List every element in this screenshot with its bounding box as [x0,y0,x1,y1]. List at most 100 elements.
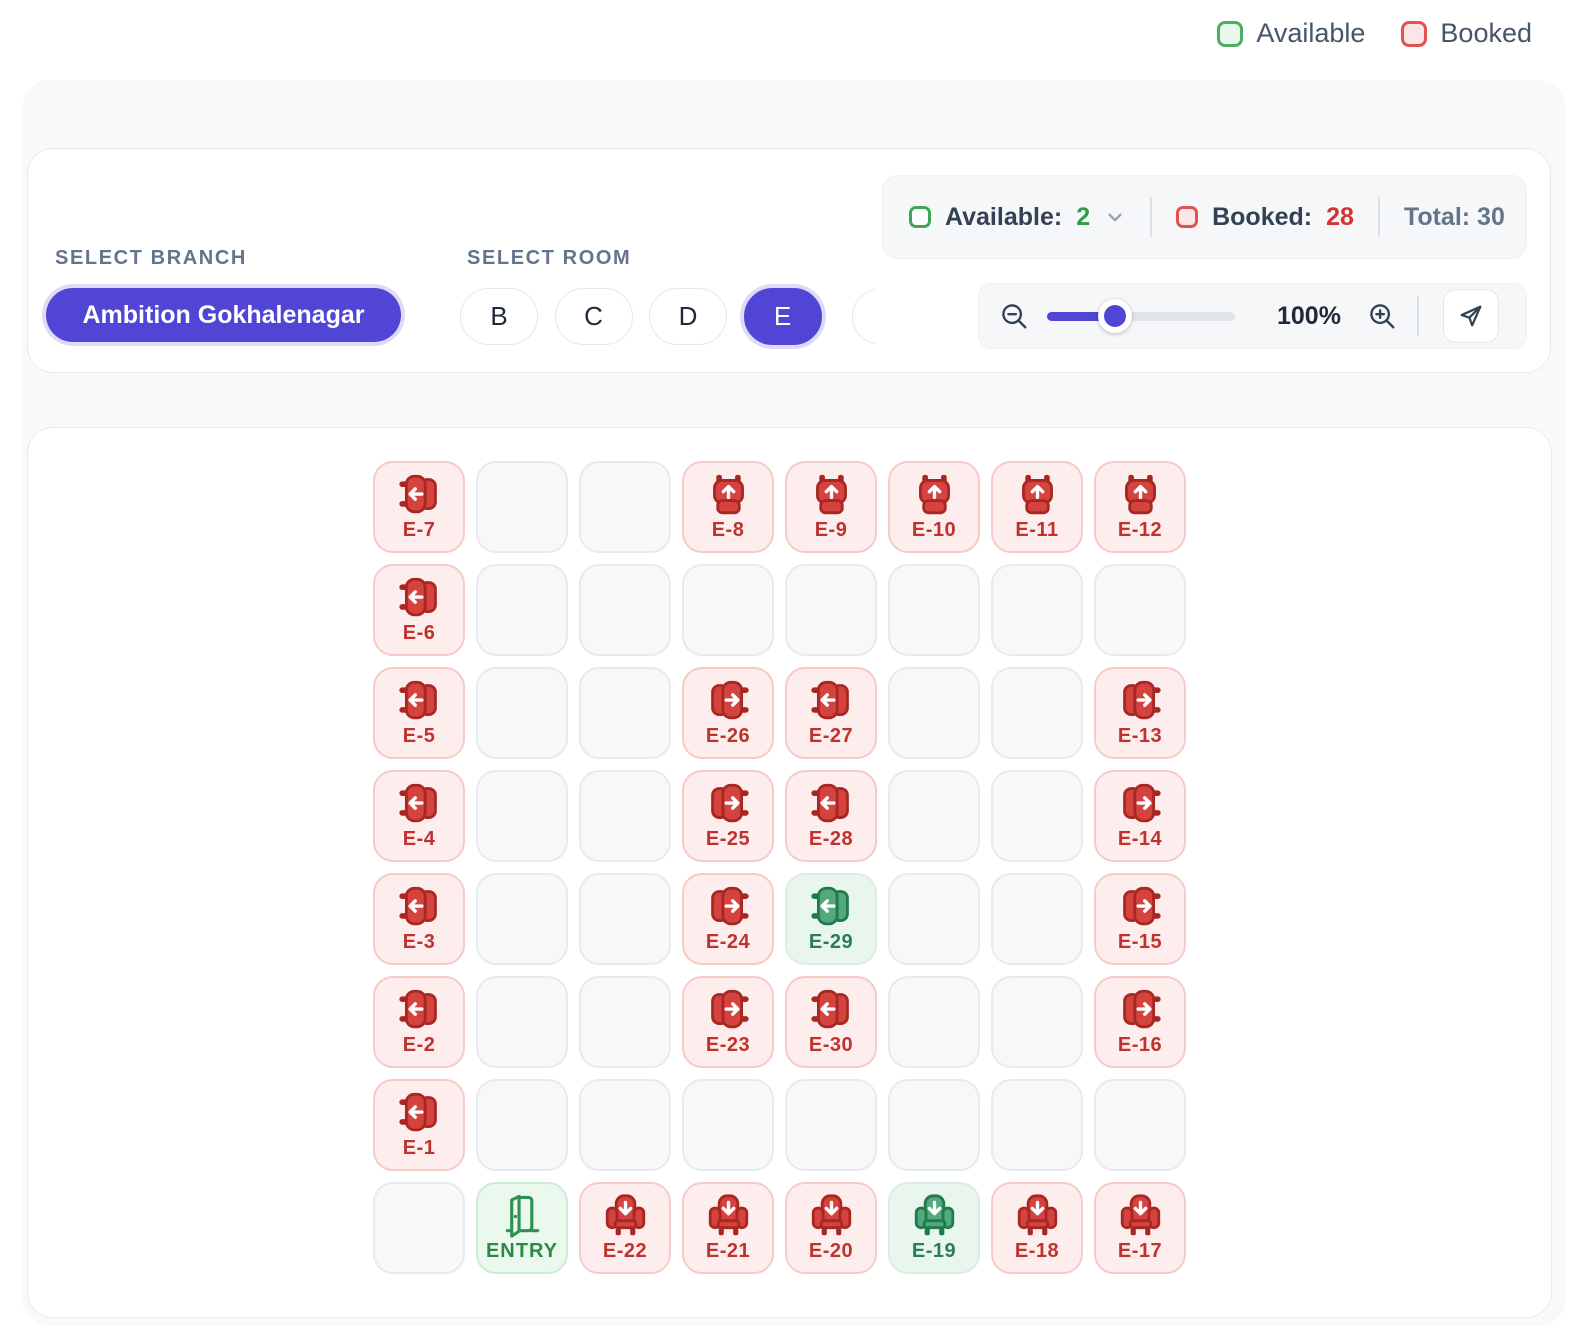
seat-tile-E-2[interactable]: E-2 [373,976,465,1068]
empty-tile [476,667,568,759]
empty-tile [888,667,980,759]
seat-tile-E-28[interactable]: E-28 [785,770,877,862]
empty-tile [682,564,774,656]
seat-tile-E-23[interactable]: E-23 [682,976,774,1068]
available-dropdown-chevron-icon[interactable] [1104,206,1126,228]
empty-tile [579,461,671,553]
seat-tile-E-10[interactable]: E-10 [888,461,980,553]
seat-label: E-24 [705,931,751,953]
seat-tile-E-30[interactable]: E-30 [785,976,877,1068]
room-pill-E[interactable]: E [743,288,822,345]
seat-tile-E-1[interactable]: E-1 [373,1079,465,1171]
booked-stat-value: 28 [1326,202,1354,231]
seat-tile-E-7[interactable]: E-7 [373,461,465,553]
room-pill-partial[interactable] [852,288,875,345]
chair-left-icon [397,1089,442,1135]
zoom-level-value: 100% [1277,301,1341,330]
empty-tile [579,873,671,965]
empty-tile [888,564,980,656]
chair-left-icon [397,677,442,723]
seat-tile-E-29[interactable]: E-29 [785,873,877,965]
seat-tile-E-27[interactable]: E-27 [785,667,877,759]
total-stat-value: 30 [1477,202,1505,231]
seat-tile-E-13[interactable]: E-13 [1094,667,1186,759]
seat-tile-E-25[interactable]: E-25 [682,770,774,862]
room-pill-D[interactable]: D [649,288,727,345]
chair-left-icon [809,883,854,929]
legend-booked: Booked [1401,18,1532,49]
seat-tile-E-14[interactable]: E-14 [1094,770,1186,862]
chair-down-icon [912,1192,957,1238]
seat-label: E-11 [1015,519,1059,541]
zoom-divider [1416,296,1419,336]
empty-tile [579,564,671,656]
stats-box: Available: 2 Booked: 28 Total: 30 [882,175,1527,259]
chair-down-icon [1015,1192,1060,1238]
seat-label: E-30 [808,1034,854,1056]
seat-tile-E-19[interactable]: E-19 [888,1182,980,1274]
seat-label: E-16 [1117,1034,1163,1056]
empty-tile [476,976,568,1068]
empty-tile [888,873,980,965]
chair-right-icon [706,883,751,929]
room-pill-list: BCDE [455,282,875,352]
seat-label: E-6 [402,622,436,644]
total-stat-label: Total: [1403,202,1471,231]
empty-tile [888,976,980,1068]
available-stat-label: Available: [945,202,1063,231]
seat-tile-E-11[interactable]: E-11 [991,461,1083,553]
branch-select-button[interactable]: Ambition Gokhalenagar [46,288,401,342]
seat-label: E-26 [705,725,751,747]
empty-tile [785,564,877,656]
seat-tile-E-21[interactable]: E-21 [682,1182,774,1274]
seat-tile-E-3[interactable]: E-3 [373,873,465,965]
room-pill-C[interactable]: C [554,288,633,345]
chair-right-icon [1118,677,1163,723]
empty-tile [991,667,1083,759]
seat-tile-E-24[interactable]: E-24 [682,873,774,965]
seat-tile-E-17[interactable]: E-17 [1094,1182,1186,1274]
empty-tile [579,1079,671,1171]
seat-label: E-9 [814,519,848,541]
chair-down-icon [809,1192,854,1238]
zoom-slider-knob[interactable] [1097,299,1132,333]
seat-label: E-17 [1117,1240,1163,1262]
chair-down-icon [1118,1192,1163,1238]
entry-tile: ENTRY [476,1182,568,1274]
empty-tile [785,1079,877,1171]
empty-tile [1094,564,1186,656]
paper-plane-icon [1460,305,1482,327]
seat-label: E-7 [402,519,436,541]
seat-tile-E-18[interactable]: E-18 [991,1182,1083,1274]
chair-left-icon [397,780,442,826]
empty-tile [991,976,1083,1068]
seat-tile-E-9[interactable]: E-9 [785,461,877,553]
seat-tile-E-4[interactable]: E-4 [373,770,465,862]
seat-tile-E-16[interactable]: E-16 [1094,976,1186,1068]
chair-right-icon [706,780,751,826]
room-pill-B[interactable]: B [460,288,538,345]
seat-label: E-5 [402,725,436,747]
recenter-button[interactable] [1442,289,1499,343]
seat-tile-E-15[interactable]: E-15 [1094,873,1186,965]
seat-tile-E-22[interactable]: E-22 [579,1182,671,1274]
seat-tile-E-26[interactable]: E-26 [682,667,774,759]
seat-label: E-1 [402,1137,436,1159]
available-stat-icon [909,206,931,228]
seat-label: E-21 [705,1240,751,1262]
zoom-out-button[interactable] [995,297,1033,335]
seat-tile-E-5[interactable]: E-5 [373,667,465,759]
empty-tile [991,873,1083,965]
seat-tile-E-20[interactable]: E-20 [785,1182,877,1274]
zoom-slider[interactable] [1047,299,1235,333]
zoom-in-button[interactable] [1363,297,1401,335]
chair-up-icon [912,471,957,517]
seat-tile-E-6[interactable]: E-6 [373,564,465,656]
seat-tile-E-12[interactable]: E-12 [1094,461,1186,553]
seat-tile-E-8[interactable]: E-8 [682,461,774,553]
empty-tile [991,1079,1083,1171]
legend: Available Booked [1217,18,1532,49]
chair-left-icon [809,986,854,1032]
empty-tile [991,564,1083,656]
seat-label: E-15 [1117,931,1163,953]
